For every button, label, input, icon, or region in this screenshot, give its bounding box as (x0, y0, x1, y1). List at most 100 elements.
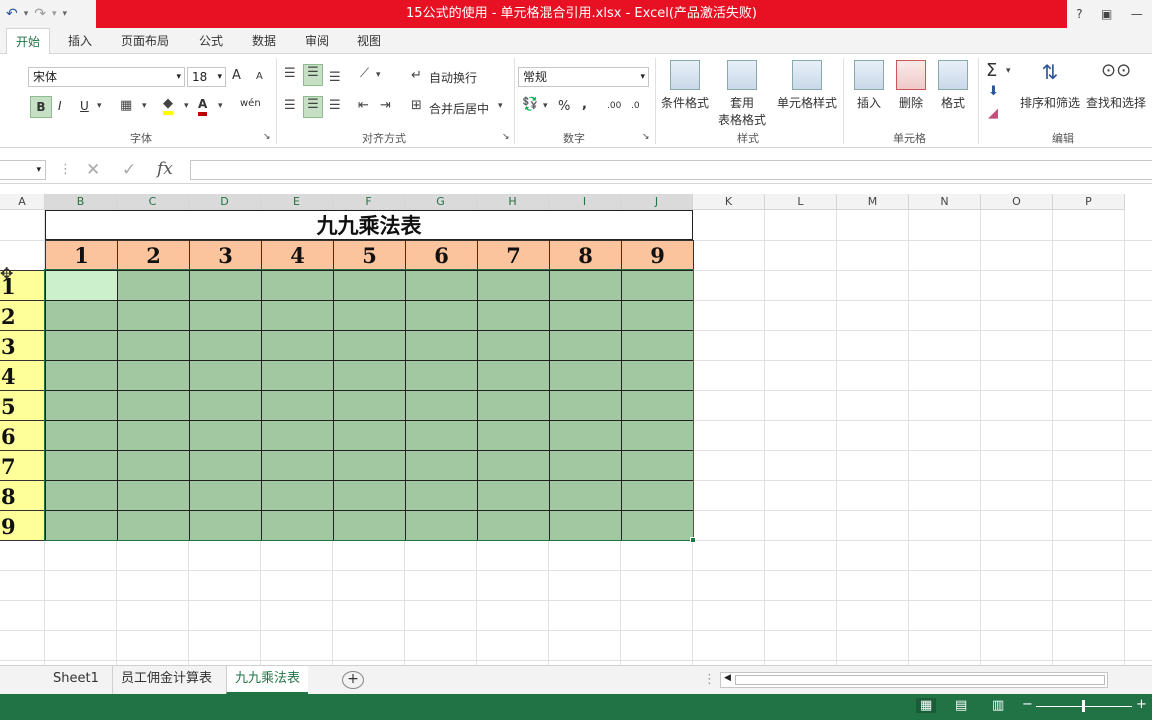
row-label-cell[interactable]: 7 (0, 450, 46, 481)
tab-page-layout[interactable]: 页面布局 (121, 32, 169, 49)
orientation-icon[interactable]: ⟋ (360, 66, 369, 81)
insert-cells-button[interactable]: 插入 (852, 60, 886, 111)
format-cells-button[interactable]: 格式 (936, 60, 970, 111)
horizontal-scrollbar[interactable]: ◀ (720, 672, 1108, 688)
comma-button[interactable]: , (582, 97, 587, 112)
tab-data[interactable]: 数据 (252, 32, 276, 49)
customize-qat-icon[interactable]: ▾ (63, 9, 68, 19)
row-label-cell[interactable]: 3 (0, 330, 46, 361)
header-cell[interactable]: 7 (477, 240, 550, 271)
italic-button[interactable]: I (58, 99, 62, 113)
align-center-icon[interactable]: ☰ (303, 96, 323, 118)
column-header-g[interactable]: G (405, 194, 477, 210)
undo-icon[interactable]: ↶ (6, 6, 18, 22)
align-bottom-icon[interactable]: ☰ (329, 70, 341, 85)
dialog-launcher-icon[interactable]: ↘ (502, 132, 510, 142)
column-header-k[interactable]: K (693, 194, 765, 210)
borders-icon[interactable]: ▦ (120, 98, 132, 113)
row-label-cell[interactable]: 6 (0, 420, 46, 451)
increase-indent-icon[interactable]: ⇥ (380, 98, 391, 113)
column-header-f[interactable]: F (333, 194, 405, 210)
insert-function-icon[interactable]: fx (157, 159, 173, 179)
column-header-h[interactable]: H (477, 194, 549, 210)
chevron-down-icon[interactable]: ▾ (142, 101, 147, 111)
zoom-out-icon[interactable]: − (1022, 697, 1033, 712)
chevron-down-icon[interactable]: ▾ (498, 101, 503, 111)
cancel-icon[interactable]: ✕ (86, 160, 100, 180)
column-header-m[interactable]: M (837, 194, 909, 210)
fill-handle[interactable] (690, 537, 696, 543)
percent-button[interactable]: % (558, 99, 570, 114)
tab-insert[interactable]: 插入 (68, 32, 92, 49)
cell-styles-button[interactable]: 单元格样式 (774, 60, 840, 111)
header-cell[interactable]: 6 (405, 240, 478, 271)
increase-decimal-button[interactable]: .00 (607, 101, 621, 111)
shrink-font-button[interactable]: A (256, 71, 263, 82)
row-label-cell[interactable]: 4 (0, 360, 46, 391)
chevron-down-icon[interactable]: ▾ (184, 101, 189, 111)
align-left-icon[interactable]: ☰ (284, 98, 296, 113)
column-header-p[interactable]: P (1053, 194, 1125, 210)
header-cell[interactable]: 9 (621, 240, 694, 271)
phonetic-button[interactable]: wén (240, 98, 261, 109)
chevron-down-icon[interactable]: ▾ (376, 70, 381, 80)
font-size-select[interactable]: 18 ▾ (187, 67, 226, 87)
column-header-j[interactable]: J (621, 194, 693, 210)
scroll-thumb[interactable] (735, 675, 1105, 685)
column-header-d[interactable]: D (189, 194, 261, 210)
zoom-in-icon[interactable]: + (1136, 697, 1147, 712)
bold-button[interactable]: B (30, 96, 52, 118)
chevron-down-icon[interactable]: ▾ (97, 101, 102, 111)
sheet-tab-commission[interactable]: 员工佣金计算表 (112, 666, 220, 694)
column-header-l[interactable]: L (765, 194, 837, 210)
header-cell[interactable]: 5 (333, 240, 406, 271)
ribbon-display-icon[interactable]: ▣ (1101, 7, 1112, 21)
enter-icon[interactable]: ✓ (122, 160, 136, 180)
redo-dropdown-icon[interactable]: ▾ (52, 9, 57, 19)
tab-home[interactable]: 开始 (6, 28, 51, 55)
grow-font-button[interactable]: A (232, 68, 241, 83)
column-header-o[interactable]: O (981, 194, 1053, 210)
find-select-button[interactable]: ⊙⊙ 查找和选择 (1084, 60, 1148, 111)
undo-dropdown-icon[interactable]: ▾ (24, 9, 29, 19)
conditional-formatting-button[interactable]: 条件格式 (660, 60, 710, 111)
align-middle-icon[interactable]: ☰ (303, 64, 323, 86)
row-label-cell[interactable]: 8 (0, 480, 46, 511)
column-header-i[interactable]: I (549, 194, 621, 210)
wrap-text-button[interactable]: 自动换行 (429, 69, 477, 86)
column-header-c[interactable]: C (117, 194, 189, 210)
sheet-tab-multiplication[interactable]: 九九乘法表 (226, 666, 309, 694)
sheet-title[interactable]: 九九乘法表 (45, 210, 693, 240)
sheet-tab-sheet1[interactable]: Sheet1 (45, 666, 107, 694)
chevron-down-icon[interactable]: ▾ (218, 101, 223, 111)
add-sheet-button[interactable]: + (342, 671, 364, 689)
column-header-a[interactable]: A (0, 194, 45, 210)
normal-view-icon[interactable]: ▦ (916, 698, 937, 713)
page-break-view-icon[interactable]: ▥ (992, 698, 1004, 713)
header-cell[interactable]: 4 (261, 240, 334, 271)
font-color-button[interactable]: A (198, 96, 208, 116)
fill-down-icon[interactable]: ⬇ (988, 84, 999, 99)
delete-cells-button[interactable]: 删除 (894, 60, 928, 111)
header-cell[interactable]: 1 (45, 240, 118, 271)
chevron-down-icon[interactable]: ▾ (543, 101, 548, 111)
fill-color-icon[interactable]: ◆ (163, 97, 173, 115)
merge-center-button[interactable]: 合并后居中 (429, 100, 489, 117)
column-header-b[interactable]: B (45, 194, 117, 210)
formula-input[interactable] (190, 160, 1152, 180)
clear-icon[interactable]: ◢ (988, 106, 998, 121)
currency-icon[interactable]: 💱 (522, 97, 538, 112)
sort-filter-button[interactable]: ⇅ 排序和筛选 (1018, 60, 1082, 111)
dialog-launcher-icon[interactable]: ↘ (642, 132, 650, 142)
chevron-down-icon[interactable]: ▾ (1006, 66, 1011, 76)
redo-icon[interactable]: ↷ (34, 6, 46, 22)
name-box[interactable]: ▾ (0, 160, 46, 180)
tab-view[interactable]: 视图 (357, 32, 381, 49)
minimize-button[interactable]: — (1131, 7, 1143, 21)
autosum-button[interactable]: Σ (986, 60, 997, 81)
header-cell[interactable]: 2 (117, 240, 190, 271)
header-cell[interactable]: 8 (549, 240, 622, 271)
help-button[interactable]: ? (1076, 7, 1082, 21)
align-top-icon[interactable]: ☰ (284, 66, 296, 81)
tab-formulas[interactable]: 公式 (199, 32, 223, 49)
